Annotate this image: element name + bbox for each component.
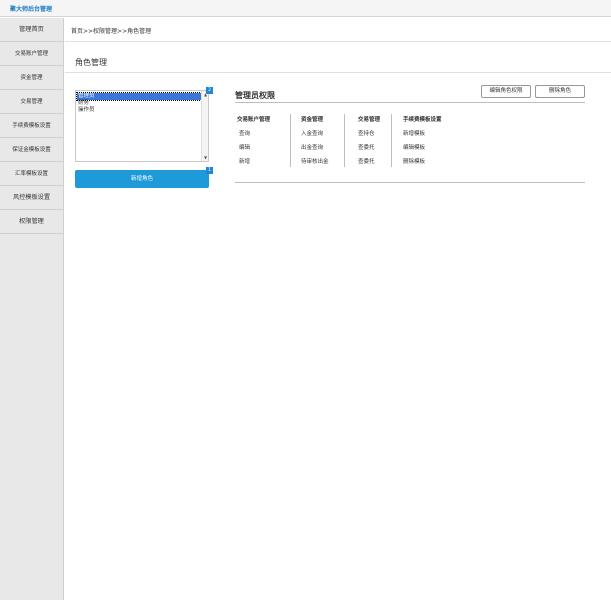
scroll-down-icon[interactable]: ▼	[203, 155, 208, 160]
permission-column-title: 交易管理	[358, 117, 381, 123]
permissions-title: 管理员权限	[235, 91, 275, 100]
role-option[interactable]: 管理员	[76, 92, 202, 101]
edit-role-permissions-button[interactable]: 编辑角色权限	[481, 85, 531, 98]
sidebar-item-fx-templates[interactable]: 汇率模板设置	[0, 162, 63, 186]
permissions-bottom-divider	[235, 182, 585, 183]
permission-item: 查委托	[358, 159, 375, 165]
sidebar-item-trading-accounts[interactable]: 交易账户管理	[0, 42, 63, 66]
page-title: 角色管理	[75, 58, 107, 67]
column-separator	[290, 114, 291, 167]
sidebar: 管理首页 交易账户管理 资金管理 交易管理 手续费模板设置 保证金模板设置 汇率…	[0, 18, 64, 600]
permission-column-fee-templates: 手续费模板设置 新增模板 编辑模板 删除模板	[403, 115, 442, 173]
add-role-button[interactable]: 新增角色	[75, 170, 209, 188]
permission-item: 编辑	[239, 145, 251, 151]
sidebar-item-margin-templates[interactable]: 保证金模板设置	[0, 138, 63, 162]
permission-column-trading-accounts: 交易账户管理 查询 编辑 新增	[237, 115, 270, 173]
permission-column-trades: 交易管理 查持仓 查委托 查委托	[358, 115, 380, 173]
role-list-badge: 2	[206, 87, 213, 94]
breadcrumb-bar: 首页>>权限管理>>角色管理	[65, 18, 611, 42]
permission-item: 查询	[239, 131, 251, 137]
permission-column-funds: 资金管理 入金查询 出金查询 待审核出金	[301, 115, 329, 173]
top-bar: 聚大师后台管理	[0, 0, 611, 17]
permission-item: 出金查询	[301, 145, 324, 151]
sidebar-item-funds[interactable]: 资金管理	[0, 66, 63, 90]
add-role-badge: 1	[206, 167, 213, 174]
permission-column-title: 交易账户管理	[237, 117, 271, 123]
sidebar-item-home[interactable]: 管理首页	[0, 18, 63, 42]
breadcrumb: 首页>>权限管理>>角色管理	[71, 28, 152, 35]
role-option[interactable]: 财务	[77, 100, 201, 107]
sidebar-item-risk-templates[interactable]: 风控模板设置	[0, 186, 63, 210]
permission-item: 待审核出金	[301, 159, 329, 165]
permission-column-title: 资金管理	[301, 117, 324, 123]
title-divider	[65, 72, 611, 73]
permission-item: 查委托	[358, 145, 375, 151]
permission-item: 编辑模板	[403, 145, 426, 151]
permission-item: 查持仓	[358, 131, 375, 137]
permission-item: 入金查询	[301, 131, 324, 137]
permission-item: 新增	[239, 159, 251, 165]
role-list-scrollbar[interactable]: ▲ ▼	[201, 91, 208, 161]
sidebar-item-permissions[interactable]: 权限管理	[0, 210, 63, 234]
permissions-header-divider	[235, 102, 585, 103]
permission-item: 删除模板	[403, 159, 426, 165]
sidebar-item-fee-templates[interactable]: 手续费模板设置	[0, 114, 63, 138]
app-title: 聚大师后台管理	[10, 6, 53, 13]
role-listbox[interactable]: 管理员 财务 操作员 ▲ ▼	[75, 90, 209, 162]
role-option[interactable]: 操作员	[77, 107, 201, 114]
column-separator	[344, 114, 345, 167]
column-separator	[391, 114, 392, 167]
sidebar-item-trades[interactable]: 交易管理	[0, 90, 63, 114]
permission-item: 新增模板	[403, 131, 426, 137]
delete-role-button[interactable]: 删除角色	[535, 85, 585, 98]
permission-column-title: 手续费模板设置	[403, 117, 442, 123]
